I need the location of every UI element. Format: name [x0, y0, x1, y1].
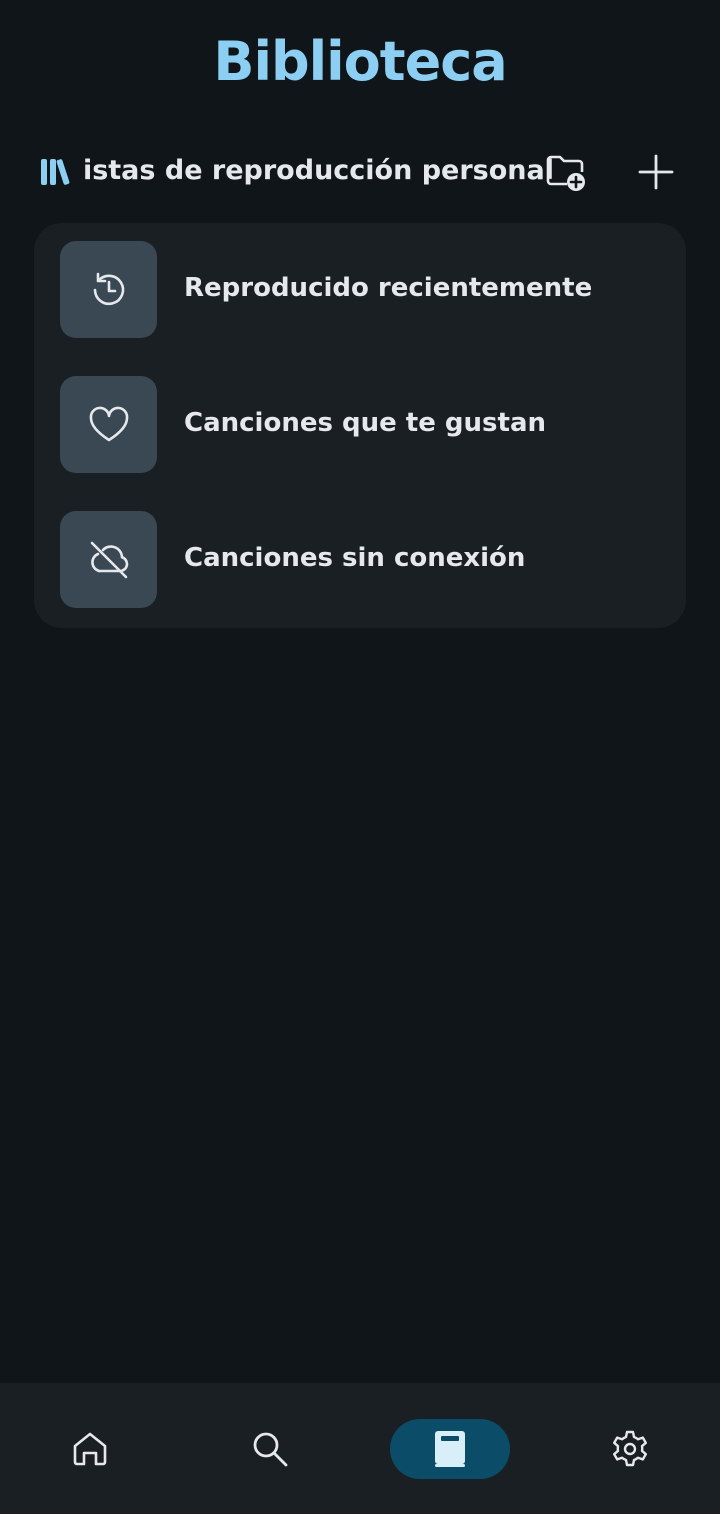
list-item-liked-songs[interactable]: Canciones que te gustan [34, 358, 686, 474]
nav-settings[interactable] [570, 1419, 690, 1479]
folder-add-icon [544, 150, 588, 194]
gear-icon [610, 1429, 650, 1469]
history-icon [88, 269, 130, 311]
nav-home[interactable] [30, 1419, 150, 1479]
recent-thumb [60, 241, 157, 338]
nav-search[interactable] [210, 1419, 330, 1479]
library-icon [40, 156, 72, 188]
list-item-recently-played[interactable]: Reproducido recientemente [34, 223, 686, 339]
page-title: Biblioteca [213, 30, 507, 93]
bottom-navigation [0, 1383, 720, 1514]
plus-icon [636, 152, 676, 192]
cloud-off-icon [86, 537, 132, 583]
new-folder-button[interactable] [542, 148, 590, 196]
liked-thumb [60, 376, 157, 473]
list-item-label: Canciones que te gustan [184, 408, 546, 438]
home-icon [70, 1429, 110, 1469]
library-list-card: Reproducido recientemente Canciones que … [34, 223, 686, 628]
section-label: Listas de reproducción personal [84, 155, 554, 186]
library-screen: Biblioteca Listas de reproducción person… [0, 0, 720, 1514]
list-item-offline-songs[interactable]: Canciones sin conexión [34, 493, 686, 609]
list-item-label: Reproducido recientemente [184, 273, 593, 303]
section-label-container: Listas de reproducción personal [84, 140, 554, 204]
personal-playlists-header: Listas de reproducción personal [36, 140, 688, 204]
offline-thumb [60, 511, 157, 608]
nav-library[interactable] [390, 1419, 510, 1479]
heart-icon [87, 403, 131, 447]
list-item-label: Canciones sin conexión [184, 543, 526, 573]
book-icon [432, 1429, 468, 1469]
add-playlist-button[interactable] [632, 148, 680, 196]
search-icon [250, 1429, 290, 1469]
